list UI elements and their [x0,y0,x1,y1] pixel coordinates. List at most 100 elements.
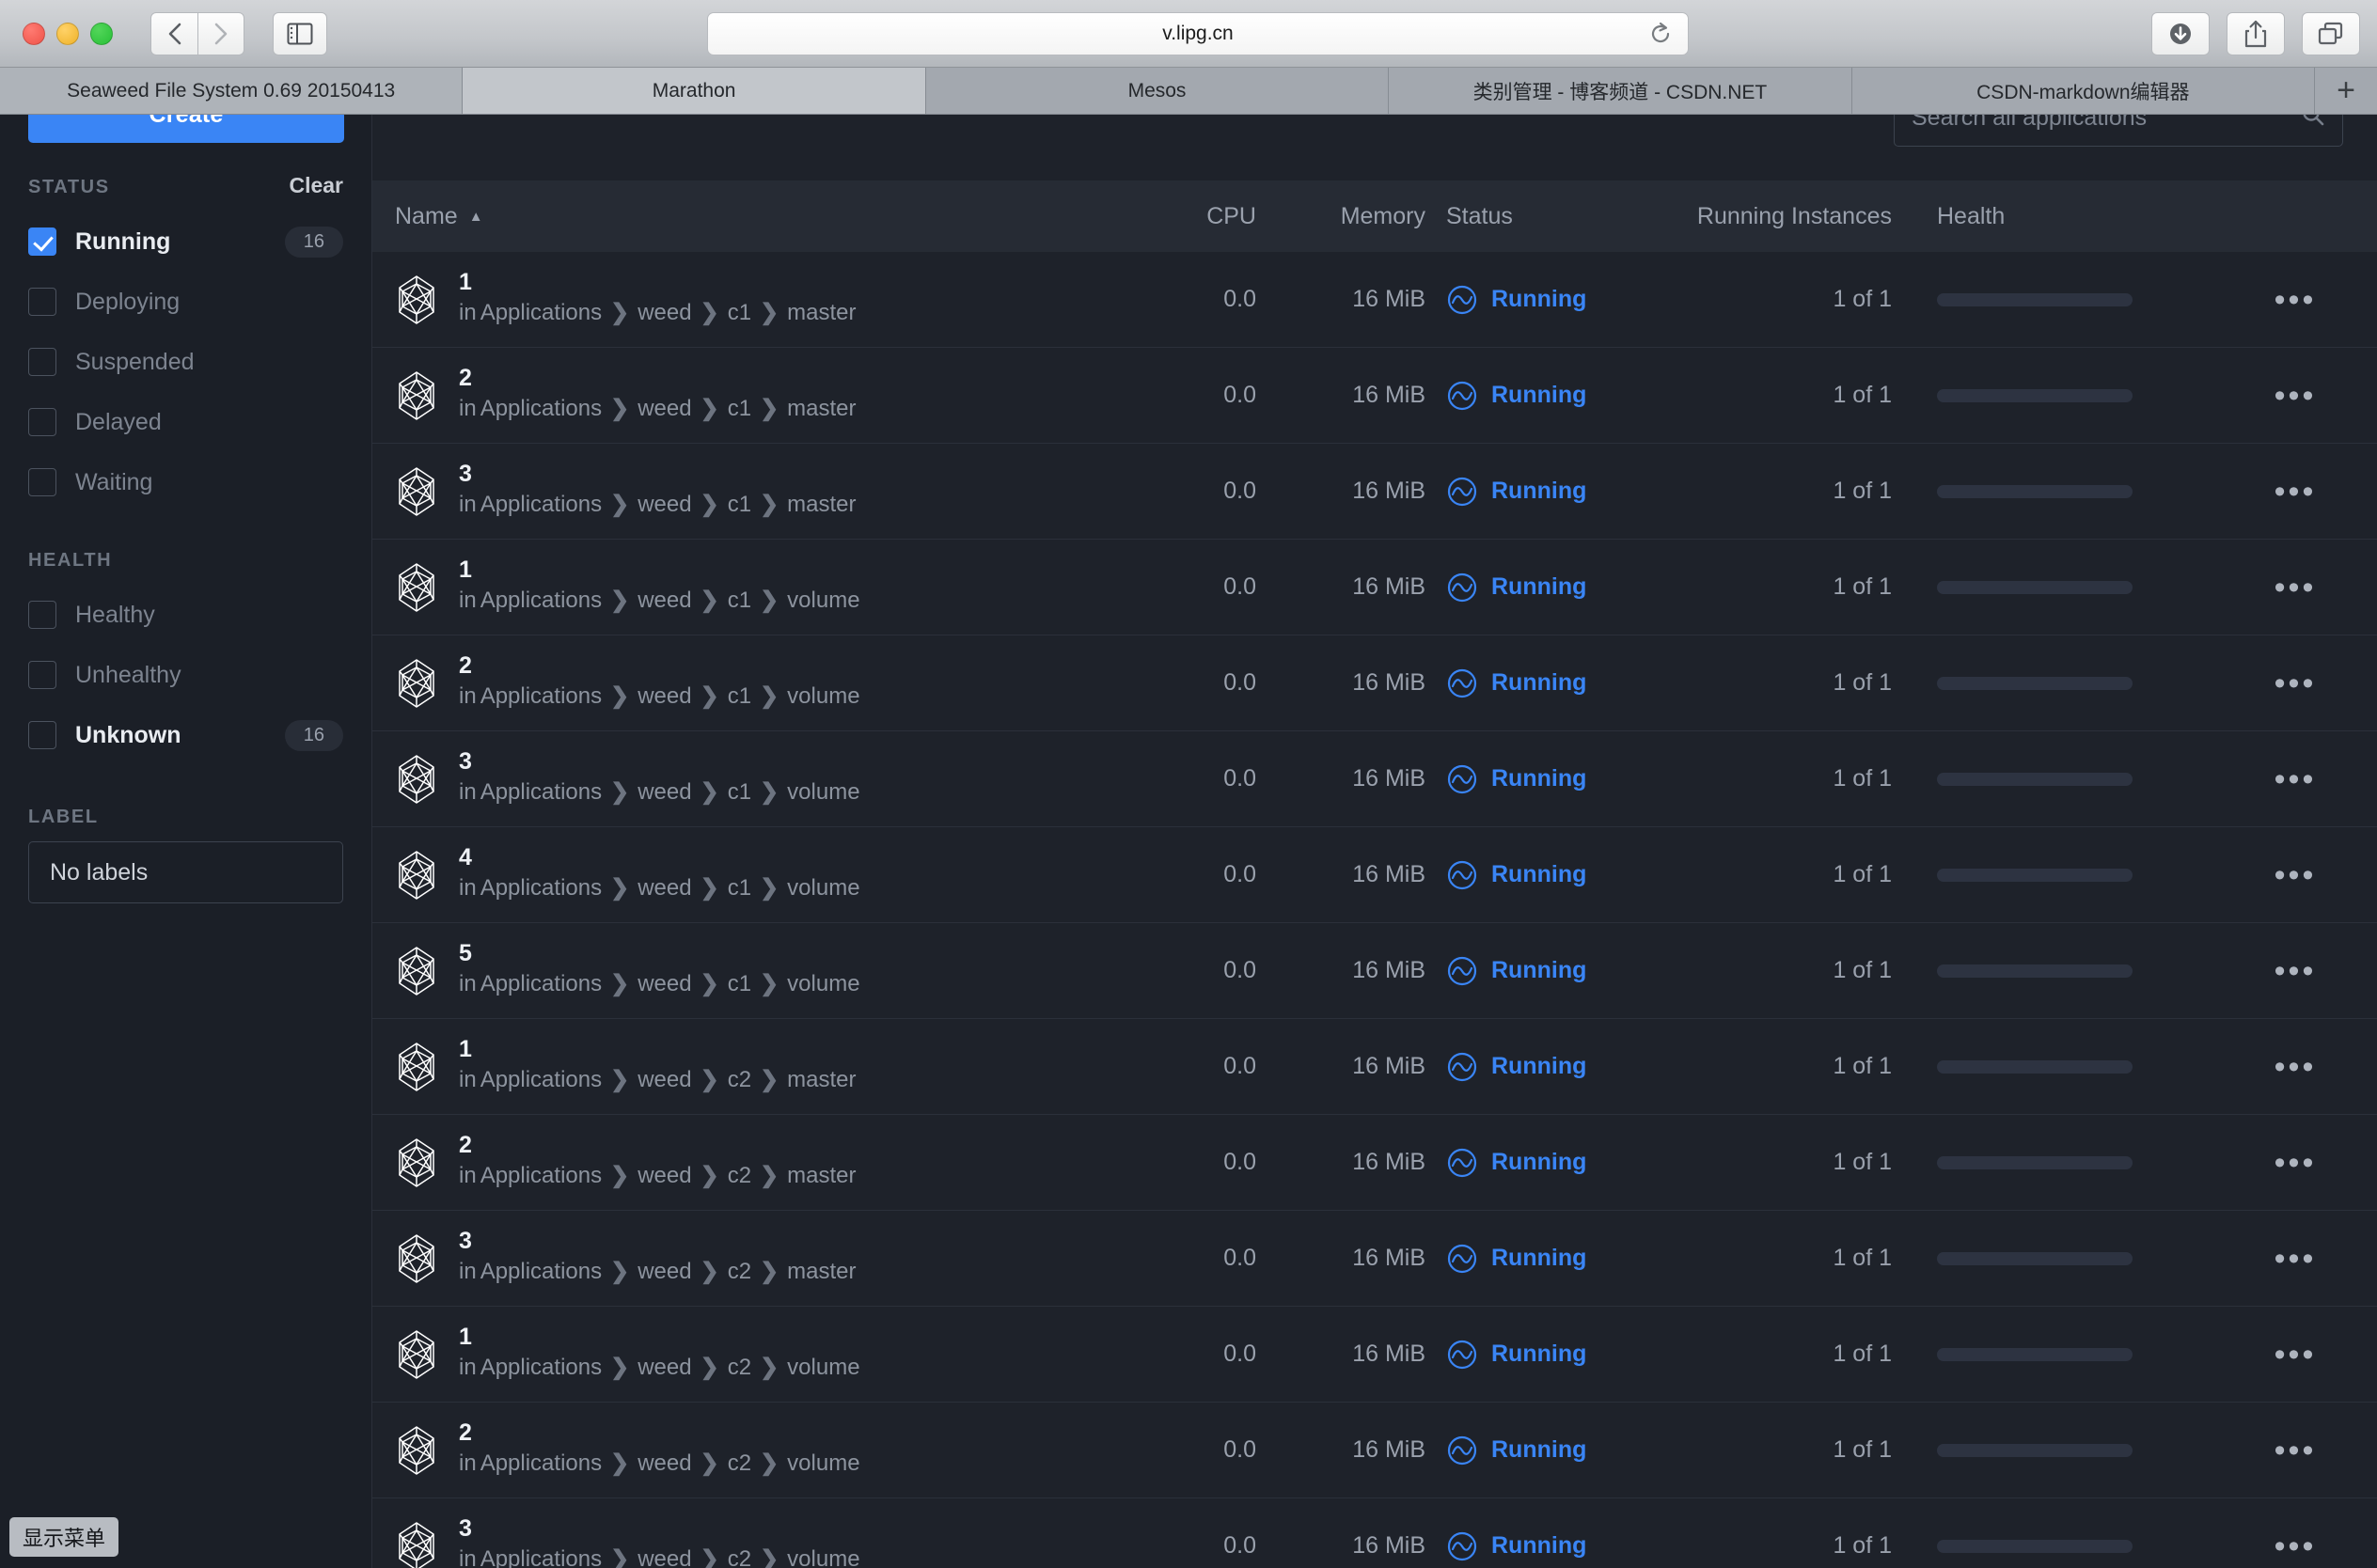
sidebar-toggle-button[interactable] [273,12,327,55]
row-name-cell[interactable]: 4inApplications❯weed❯c1❯volume [372,844,1106,905]
sidebar-filter-suspended[interactable]: Suspended [28,332,343,392]
breadcrumb-segment[interactable]: weed [638,1450,691,1476]
row-name-cell[interactable]: 1inApplications❯weed❯c2❯master [372,1036,1106,1097]
back-button[interactable] [150,12,197,55]
breadcrumb-segment[interactable]: Applications [480,1450,602,1476]
table-row[interactable]: 3inApplications❯weed❯c1❯volume0.016 MiBR… [372,731,2377,827]
checkbox-healthy[interactable] [28,601,56,629]
breadcrumb-segment[interactable]: Applications [480,779,602,805]
breadcrumb-segment[interactable]: Applications [480,683,602,709]
row-actions-button[interactable]: ••• [2234,763,2356,795]
breadcrumb-segment[interactable]: volume [787,1450,859,1476]
row-actions-button[interactable]: ••• [2234,476,2356,508]
breadcrumb-segment[interactable]: weed [638,1259,691,1284]
breadcrumb-segment[interactable]: weed [638,875,691,901]
breadcrumb-segment[interactable]: master [787,1259,856,1284]
sidebar-filter-waiting[interactable]: Waiting [28,452,343,512]
row-actions-button[interactable]: ••• [2234,380,2356,412]
breadcrumb-segment[interactable]: weed [638,683,691,709]
row-actions-button[interactable]: ••• [2234,1243,2356,1275]
checkbox-suspended[interactable] [28,348,56,376]
maximize-window-button[interactable] [90,23,113,45]
checkbox-deploying[interactable] [28,288,56,316]
breadcrumb-segment[interactable]: volume [787,588,859,613]
row-name-cell[interactable]: 5inApplications❯weed❯c1❯volume [372,940,1106,1001]
row-name-cell[interactable]: 1inApplications❯weed❯c1❯volume [372,557,1106,618]
breadcrumb-segment[interactable]: master [787,300,856,325]
breadcrumb-segment[interactable]: weed [638,779,691,805]
table-row[interactable]: 1inApplications❯weed❯c1❯master0.016 MiBR… [372,252,2377,348]
breadcrumb-segment[interactable]: volume [787,1355,859,1380]
breadcrumb-segment[interactable]: Applications [480,396,602,421]
table-row[interactable]: 2inApplications❯weed❯c1❯volume0.016 MiBR… [372,635,2377,731]
downloads-button[interactable] [2151,12,2210,55]
breadcrumb-segment[interactable]: volume [787,875,859,901]
row-actions-button[interactable]: ••• [2234,1147,2356,1179]
row-actions-button[interactable]: ••• [2234,667,2356,699]
row-name-cell[interactable]: 1inApplications❯weed❯c2❯volume [372,1324,1106,1385]
tab-overview-button[interactable] [2302,12,2360,55]
breadcrumb-segment[interactable]: Applications [480,1067,602,1092]
breadcrumb-segment[interactable]: c2 [728,1450,751,1476]
sidebar-filter-delayed[interactable]: Delayed [28,392,343,452]
sidebar-filter-unknown[interactable]: Unknown 16 [28,705,343,765]
checkbox-running[interactable] [28,227,56,256]
address-bar[interactable]: v.lipg.cn [707,12,1689,55]
breadcrumb-segment[interactable]: volume [787,1546,859,1568]
breadcrumb-segment[interactable]: c1 [728,300,751,325]
browser-tab-3[interactable]: 类别管理 - 博客频道 - CSDN.NET [1389,68,1851,114]
breadcrumb-segment[interactable]: weed [638,492,691,517]
table-row[interactable]: 2inApplications❯weed❯c2❯volume0.016 MiBR… [372,1403,2377,1498]
breadcrumb-segment[interactable]: c2 [728,1546,751,1568]
close-window-button[interactable] [23,23,45,45]
breadcrumb-segment[interactable]: volume [787,683,859,709]
column-header-name[interactable]: Name ▲ [372,203,1106,230]
sidebar-filter-healthy[interactable]: Healthy [28,585,343,645]
row-actions-button[interactable]: ••• [2234,1339,2356,1371]
row-actions-button[interactable]: ••• [2234,859,2356,891]
column-header-memory[interactable]: Memory [1256,203,1425,230]
breadcrumb-segment[interactable]: weed [638,1546,691,1568]
breadcrumb-segment[interactable]: volume [787,971,859,996]
breadcrumb-segment[interactable]: weed [638,1067,691,1092]
breadcrumb-segment[interactable]: volume [787,779,859,805]
browser-tab-0[interactable]: Seaweed File System 0.69 20150413 [0,68,463,114]
breadcrumb-segment[interactable]: c1 [728,492,751,517]
row-actions-button[interactable]: ••• [2234,955,2356,987]
row-actions-button[interactable]: ••• [2234,1435,2356,1466]
row-name-cell[interactable]: 3inApplications❯weed❯c2❯volume [372,1515,1106,1568]
checkbox-unknown[interactable] [28,721,56,749]
sidebar-filter-unhealthy[interactable]: Unhealthy [28,645,343,705]
show-menu-button[interactable]: 显示菜单 [9,1517,118,1557]
table-row[interactable]: 2inApplications❯weed❯c2❯master0.016 MiBR… [372,1115,2377,1211]
breadcrumb-segment[interactable]: master [787,1067,856,1092]
row-name-cell[interactable]: 2inApplications❯weed❯c1❯volume [372,652,1106,713]
row-name-cell[interactable]: 2inApplications❯weed❯c2❯master [372,1132,1106,1193]
row-name-cell[interactable]: 2inApplications❯weed❯c2❯volume [372,1419,1106,1481]
breadcrumb-segment[interactable]: c1 [728,779,751,805]
row-name-cell[interactable]: 3inApplications❯weed❯c2❯master [372,1228,1106,1289]
row-name-cell[interactable]: 1inApplications❯weed❯c1❯master [372,269,1106,330]
breadcrumb-segment[interactable]: Applications [480,1259,602,1284]
row-actions-button[interactable]: ••• [2234,284,2356,316]
browser-tab-2[interactable]: Mesos [926,68,1389,114]
checkbox-delayed[interactable] [28,408,56,436]
breadcrumb-segment[interactable]: c1 [728,875,751,901]
breadcrumb-segment[interactable]: c2 [728,1259,751,1284]
breadcrumb-segment[interactable]: c2 [728,1067,751,1092]
checkbox-waiting[interactable] [28,468,56,496]
breadcrumb-segment[interactable]: c2 [728,1355,751,1380]
breadcrumb-segment[interactable]: c1 [728,683,751,709]
breadcrumb-segment[interactable]: weed [638,971,691,996]
column-header-status[interactable]: Status [1425,203,1661,230]
share-button[interactable] [2227,12,2285,55]
breadcrumb-segment[interactable]: Applications [480,588,602,613]
column-header-cpu[interactable]: CPU [1106,203,1256,230]
table-row[interactable]: 3inApplications❯weed❯c1❯master0.016 MiBR… [372,444,2377,540]
table-row[interactable]: 1inApplications❯weed❯c2❯volume0.016 MiBR… [372,1307,2377,1403]
breadcrumb-segment[interactable]: weed [638,588,691,613]
table-row[interactable]: 1inApplications❯weed❯c1❯volume0.016 MiBR… [372,540,2377,635]
breadcrumb-segment[interactable]: c1 [728,971,751,996]
checkbox-unhealthy[interactable] [28,661,56,689]
column-header-instances[interactable]: Running Instances [1661,203,1933,230]
